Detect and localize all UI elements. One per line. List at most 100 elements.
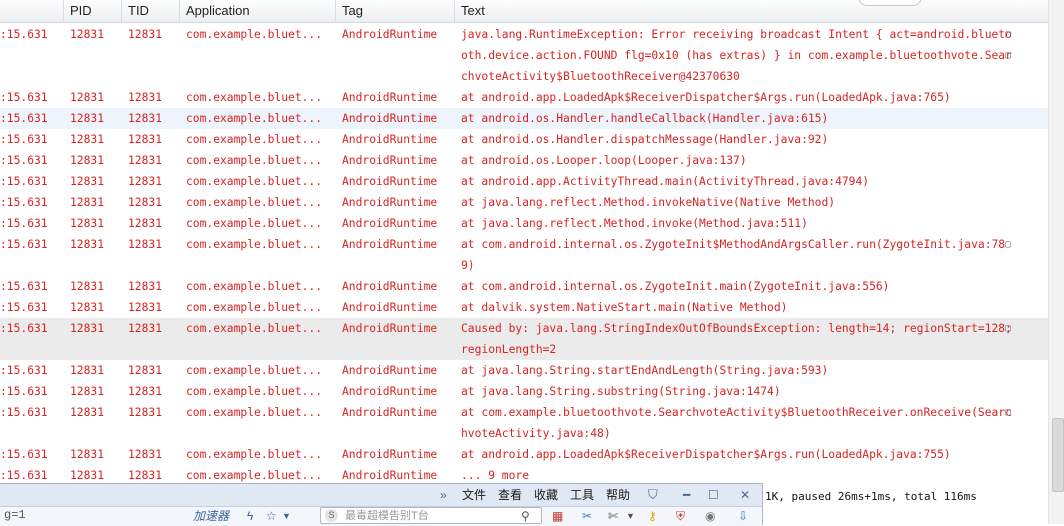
log-row[interactable]: :15.631 12831 12831 com.example.bluet... And… <box>0 276 1048 297</box>
column-time[interactable] <box>0 0 64 22</box>
line-wrap-icon: ▢ <box>1005 29 1012 40</box>
column-text[interactable]: Text <box>455 0 1048 22</box>
vertical-scrollbar[interactable] <box>1048 0 1064 524</box>
log-application: com.example.bluet... <box>186 112 323 125</box>
column-application[interactable]: Application <box>180 0 336 22</box>
log-pid: 12831 <box>70 448 105 461</box>
menu-help[interactable]: 帮助 <box>606 485 630 505</box>
log-tid: 12831 <box>128 385 163 398</box>
minimize-icon[interactable]: ━ <box>683 485 690 505</box>
log-tag: AndroidRuntime <box>342 364 438 377</box>
log-tag: AndroidRuntime <box>342 301 438 314</box>
search-box[interactable]: S 最毒超模告别T台 ⚲ <box>320 507 542 524</box>
log-pid: 12831 <box>70 91 105 104</box>
log-row[interactable]: :15.631 12831 12831 com.example.bluet... And… <box>0 381 1048 402</box>
log-row[interactable]: :15.631 12831 12831 com.example.bluet... And… <box>0 150 1048 171</box>
log-pid: 12831 <box>70 112 105 125</box>
log-pid: 12831 <box>70 28 105 41</box>
log-tid: 12831 <box>128 406 163 419</box>
log-row[interactable]: :15.631 12831 12831 com.example.bluet... And… <box>0 129 1048 150</box>
log-tag: AndroidRuntime <box>342 28 438 41</box>
log-tag: AndroidRuntime <box>342 406 438 419</box>
log-row[interactable]: :15.631 12831 12831 com.example.bluet... And… <box>0 171 1048 192</box>
search-icon[interactable]: ⚲ <box>521 508 530 525</box>
accelerator-label[interactable]: 加速器 <box>193 507 229 526</box>
menu-favorites[interactable]: 收藏 <box>534 485 558 505</box>
column-pid[interactable]: PID <box>64 0 122 22</box>
scissors-icon[interactable]: ✄ <box>608 507 618 526</box>
screenshot-icon[interactable]: ✂ <box>582 507 592 526</box>
log-row[interactable]: :15.631 12831 12831 com.example.bluet... And… <box>0 87 1048 108</box>
log-row[interactable]: :15.631 12831 12831 com.example.bluet... And… <box>0 402 1048 444</box>
log-text: at android.app.ActivityThread.main(Activ… <box>461 175 870 188</box>
log-application: com.example.bluet... <box>186 175 323 188</box>
maximize-icon[interactable]: ☐ <box>708 485 719 505</box>
log-time: :15.631 <box>0 133 48 146</box>
log-application: com.example.bluet... <box>186 133 323 146</box>
search-placeholder: 最毒超模告别T台 <box>345 510 429 522</box>
log-tid: 12831 <box>128 196 163 209</box>
log-pid: 12831 <box>70 154 105 167</box>
log-text: at java.lang.String.startEndAndLength(St… <box>461 364 829 377</box>
log-row[interactable]: :15.631 12831 12831 com.example.bluet... And… <box>0 360 1048 381</box>
log-pid: 12831 <box>70 364 105 377</box>
shirt-skin-icon[interactable]: ⛉ <box>648 485 658 505</box>
menu-view[interactable]: 查看 <box>498 485 522 505</box>
log-text: at java.lang.reflect.Method.invokeNative… <box>461 196 836 209</box>
chevron-down-icon[interactable]: ▼ <box>282 507 291 526</box>
log-tid: 12831 <box>128 301 163 314</box>
log-time: :15.631 <box>0 406 48 419</box>
log-application: com.example.bluet... <box>186 91 323 104</box>
log-time: :15.631 <box>0 175 48 188</box>
log-application: com.example.bluet... <box>186 385 323 398</box>
log-time: :15.631 <box>0 91 48 104</box>
log-row[interactable]: :15.631 12831 12831 com.example.bluet... And… <box>0 192 1048 213</box>
log-application: com.example.bluet... <box>186 280 323 293</box>
log-time: :15.631 <box>0 217 48 230</box>
line-wrap-icon: ▢ <box>1005 323 1012 334</box>
log-text: at java.lang.String.substring(String.jav… <box>461 385 781 398</box>
close-icon[interactable]: ✕ <box>740 485 750 505</box>
chevron-more-icon[interactable]: » <box>440 485 447 505</box>
key-icon[interactable]: ⚷ <box>648 507 657 526</box>
log-row[interactable]: :15.631 12831 12831 com.example.bluet... And… <box>0 297 1048 318</box>
log-tid: 12831 <box>128 112 163 125</box>
log-text: Caused by: java.lang.StringIndexOutOfBou… <box>461 322 1012 356</box>
log-time: :15.631 <box>0 154 48 167</box>
log-tag: AndroidRuntime <box>342 385 438 398</box>
log-text: at com.android.internal.os.ZygoteInit.ma… <box>461 280 890 293</box>
log-tag: AndroidRuntime <box>342 196 438 209</box>
column-tag[interactable]: Tag <box>336 0 455 22</box>
log-row[interactable]: :15.631 12831 12831 com.example.bluet... And… <box>0 444 1048 465</box>
log-tag: AndroidRuntime <box>342 280 438 293</box>
app-grid-icon[interactable]: ▦ <box>552 507 563 526</box>
log-tag: AndroidRuntime <box>342 448 438 461</box>
column-tid[interactable]: TID <box>122 0 180 22</box>
log-text: at android.os.Looper.loop(Looper.java:13… <box>461 154 747 167</box>
shield-icon[interactable]: ⛨ <box>676 507 685 526</box>
log-application: com.example.bluet... <box>186 196 323 209</box>
log-tid: 12831 <box>128 322 163 335</box>
log-application: com.example.bluet... <box>186 238 323 251</box>
menu-tools[interactable]: 工具 <box>570 485 594 505</box>
log-application: com.example.bluet... <box>186 28 323 41</box>
log-row[interactable]: :15.631 12831 12831 com.example.bluet... And… <box>0 318 1048 360</box>
line-wrap-icon: ▢ <box>1005 50 1012 61</box>
log-tid: 12831 <box>128 133 163 146</box>
log-application: com.example.bluet... <box>186 322 323 335</box>
log-row[interactable]: :15.631 12831 12831 com.example.bluet... And… <box>0 234 1048 276</box>
log-text: at android.app.LoadedApk$ReceiverDispatc… <box>461 91 951 104</box>
menu-file[interactable]: 文件 <box>462 485 486 505</box>
log-tag: AndroidRuntime <box>342 91 438 104</box>
chevron-down-icon-2[interactable]: ▼ <box>626 507 635 526</box>
log-row[interactable]: :15.631 12831 12831 com.example.bluet... And… <box>0 108 1048 129</box>
chat-icon[interactable]: ◉ <box>705 507 715 526</box>
filter-text[interactable]: g=1 <box>4 508 26 522</box>
log-tid: 12831 <box>128 154 163 167</box>
download-icon[interactable]: ⇩ <box>738 507 748 526</box>
log-row[interactable]: :15.631 12831 12831 com.example.bluet... And… <box>0 24 1048 87</box>
lightning-icon[interactable]: ϟ <box>247 507 253 526</box>
log-row[interactable]: :15.631 12831 12831 com.example.bluet... And… <box>0 213 1048 234</box>
scrollbar-thumb[interactable] <box>1052 418 1064 492</box>
star-icon[interactable]: ☆ <box>266 507 277 526</box>
